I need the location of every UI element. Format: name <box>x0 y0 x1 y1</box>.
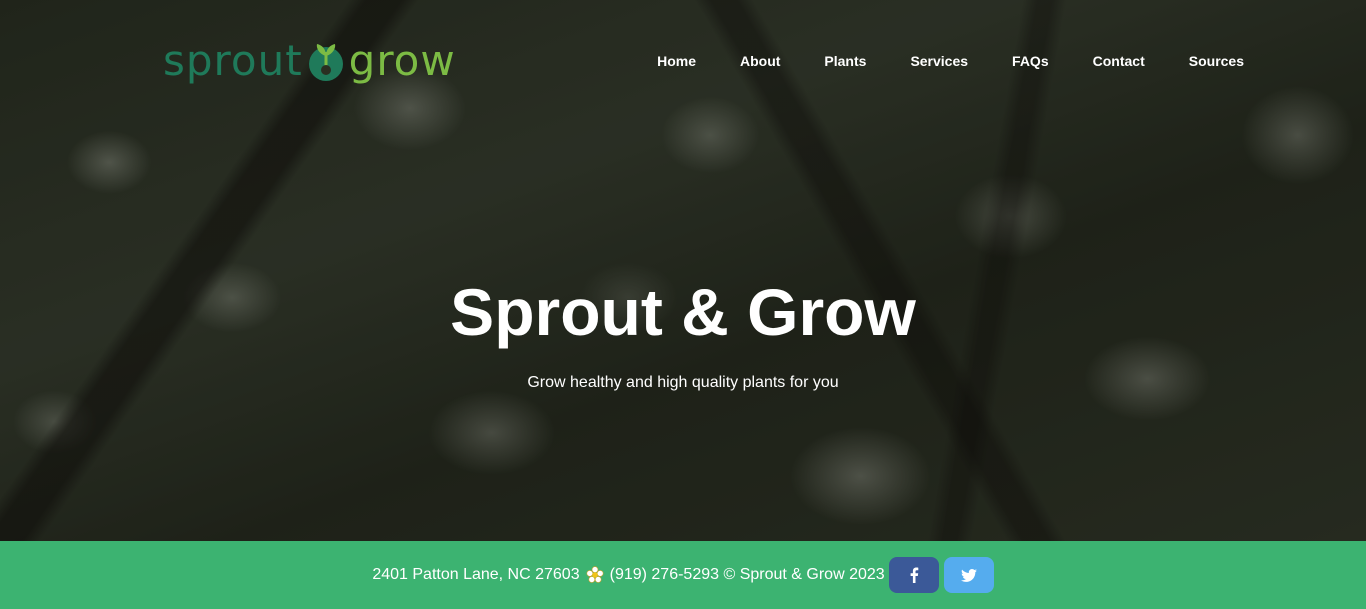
nav-about[interactable]: About <box>740 52 780 70</box>
sprout-logo-icon <box>308 44 343 81</box>
hero-subtitle: Grow healthy and high quality plants for… <box>527 374 839 391</box>
logo-text-grow: grow <box>348 35 456 85</box>
hero-title: Sprout & Grow <box>450 275 916 349</box>
nav-faqs[interactable]: FAQs <box>1012 52 1049 70</box>
site-logo[interactable]: sprout grow <box>163 32 456 88</box>
nav-home[interactable]: Home <box>657 52 696 70</box>
flower-icon <box>586 566 604 583</box>
nav-services[interactable]: Services <box>910 52 968 70</box>
footer-contact: (919) 276-5293 © Sprout & Grow 2023 <box>609 566 885 583</box>
logo-text-sprout: sprout <box>163 35 303 85</box>
footer-address: 2401 Patton Lane, NC 27603 <box>372 566 580 583</box>
twitter-button[interactable] <box>943 557 994 593</box>
facebook-icon <box>910 567 918 583</box>
main-nav: Home About Plants Services FAQs Contact … <box>657 52 1244 70</box>
facebook-button[interactable] <box>888 557 939 593</box>
nav-contact[interactable]: Contact <box>1093 52 1145 70</box>
twitter-icon <box>960 568 977 582</box>
nav-sources[interactable]: Sources <box>1189 52 1244 70</box>
nav-plants[interactable]: Plants <box>824 52 866 70</box>
footer-info: 2401 Patton Lane, NC 27603 (919) 276-529… <box>372 566 884 584</box>
site-footer: 2401 Patton Lane, NC 27603 (919) 276-529… <box>0 541 1366 609</box>
